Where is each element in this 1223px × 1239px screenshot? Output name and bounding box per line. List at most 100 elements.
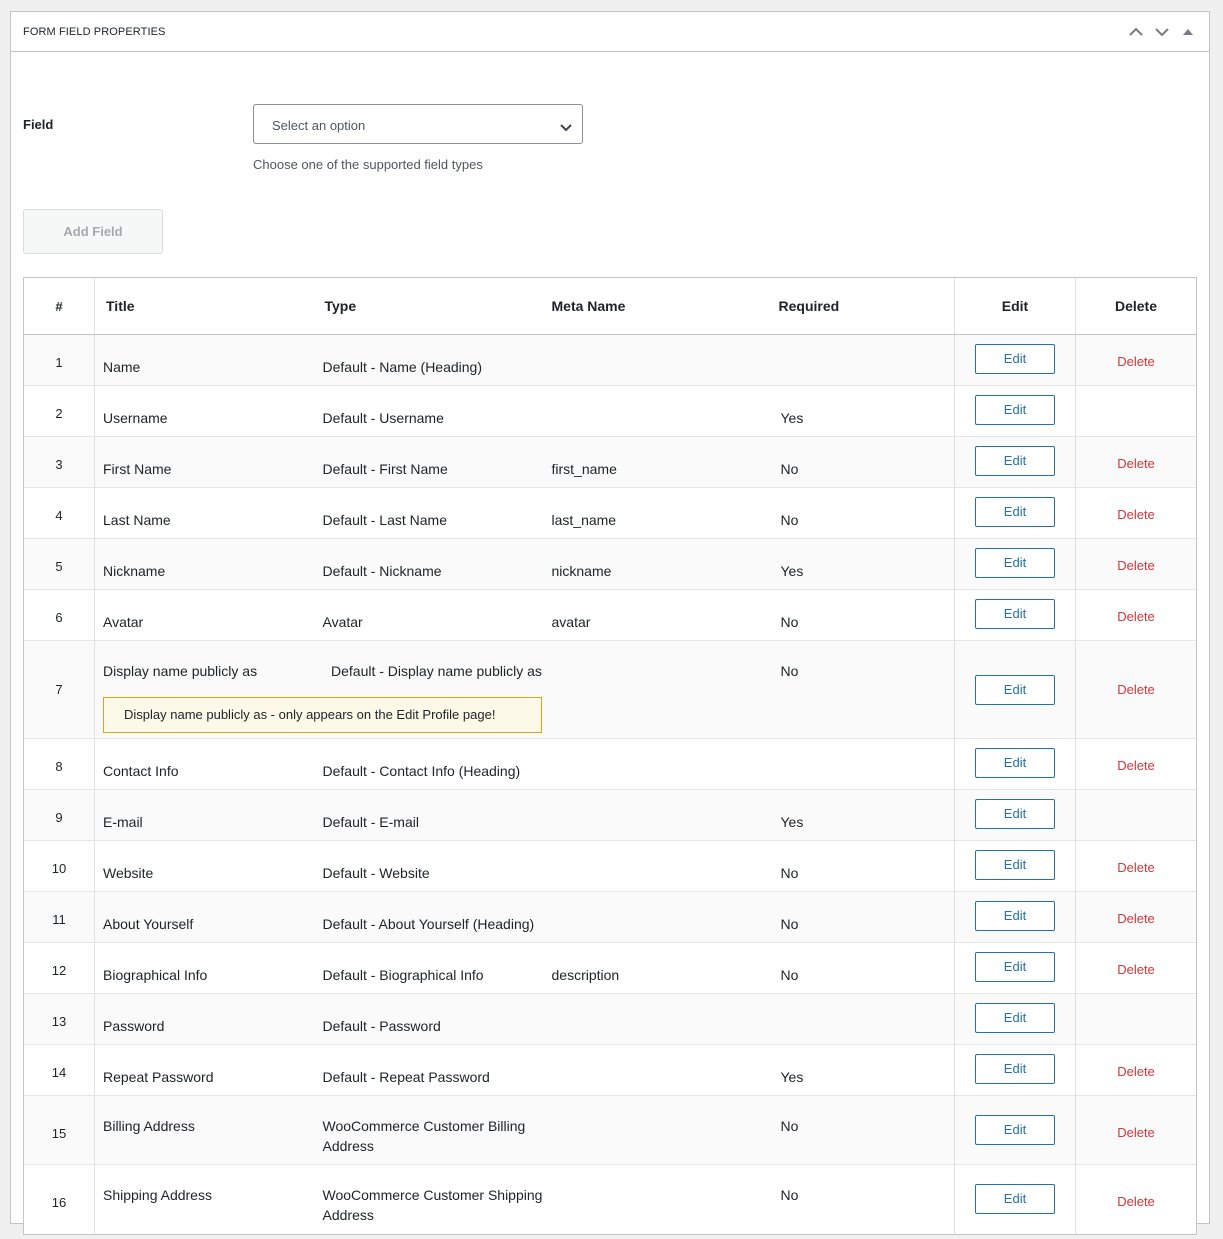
add-field-button[interactable]: Add Field — [23, 209, 163, 254]
delete-link[interactable]: Delete — [1117, 1192, 1155, 1212]
row-number: 11 — [24, 891, 95, 943]
delete-link[interactable]: Delete — [1117, 858, 1155, 878]
edit-button[interactable]: Edit — [975, 674, 1055, 705]
delete-link[interactable]: Delete — [1117, 505, 1155, 525]
notice-box: Display name publicly as - only appears … — [103, 697, 542, 733]
row-required: Yes — [780, 814, 804, 830]
edit-button[interactable]: Edit — [975, 748, 1055, 778]
edit-button[interactable]: Edit — [975, 599, 1055, 629]
row-delete-cell: Delete — [1075, 538, 1196, 590]
row-delete-cell: Delete — [1075, 487, 1196, 539]
row-title: Avatar — [103, 614, 144, 630]
row-delete-cell — [1075, 385, 1196, 437]
row-type: WooCommerce Customer Billing Address — [322, 1118, 526, 1154]
edit-button[interactable]: Edit — [975, 395, 1055, 425]
row-required: No — [780, 614, 799, 630]
table-row: 5 Nickname Default - Nickname nickname Yes Ed… — [24, 538, 1196, 590]
row-meta-name — [552, 1165, 779, 1234]
panel-title: FORM FIELD PROPERTIES — [23, 25, 166, 38]
row-delete-cell: Delete — [1075, 334, 1196, 386]
edit-button[interactable]: Edit — [975, 344, 1055, 374]
row-type: Default - Contact Info (Heading) — [322, 763, 521, 779]
table-row: 3 First Name Default - First Name first_nam… — [24, 436, 1196, 488]
delete-link[interactable]: Delete — [1117, 960, 1155, 980]
row-delete-cell: Delete — [1075, 840, 1196, 892]
delete-link[interactable]: Delete — [1117, 607, 1155, 627]
edit-button[interactable]: Edit — [975, 1184, 1055, 1214]
table-row: 14 Repeat Password Default - Repeat Passwo… — [24, 1044, 1196, 1096]
row-type: Default - Password — [322, 1018, 441, 1034]
delete-link[interactable]: Delete — [1117, 556, 1155, 576]
delete-link[interactable]: Delete — [1117, 454, 1155, 474]
field-type-select[interactable]: Select an option — [253, 104, 583, 144]
table-row: 6 Avatar Avatar avatar No Edit Delete — [24, 589, 1196, 641]
row-type: Default - Website — [322, 865, 430, 881]
delete-link[interactable]: Delete — [1117, 756, 1155, 776]
row-meta-name — [552, 994, 779, 1045]
col-required-header: Required — [778, 278, 955, 335]
form-field-properties-panel: FORM FIELD PROPERTIES Field Select an op… — [10, 11, 1210, 1235]
row-required — [779, 739, 955, 790]
edit-button[interactable]: Edit — [975, 850, 1055, 880]
row-edit-cell: Edit — [954, 1164, 1076, 1234]
table-row: 2 Username Default - Username Yes Edit — [24, 385, 1196, 437]
row-required: No — [780, 1118, 799, 1134]
edit-button[interactable]: Edit — [975, 497, 1055, 527]
edit-button[interactable]: Edit — [975, 548, 1055, 578]
row-delete-cell: Delete — [1075, 891, 1196, 943]
row-type-text: Default - Display name publicly as — [331, 663, 542, 679]
edit-button[interactable]: Edit — [975, 1003, 1055, 1033]
edit-button[interactable]: Edit — [975, 1115, 1055, 1145]
row-title: Username — [103, 410, 168, 426]
edit-button[interactable]: Edit — [975, 799, 1055, 829]
row-type: Default - About Yourself (Heading) — [322, 916, 535, 932]
row-title: About Yourself — [103, 916, 194, 932]
chevron-up-icon[interactable] — [1127, 23, 1145, 41]
delete-link[interactable]: Delete — [1117, 680, 1155, 700]
table-row: 11 About Yourself Default - About Yourself… — [24, 891, 1196, 943]
edit-button[interactable]: Edit — [975, 1054, 1055, 1084]
table-row: 13 Password Default - Password Edit — [24, 993, 1196, 1045]
row-number: 9 — [24, 789, 95, 841]
table-row: 10 Website Default - Website No Edit Delete — [24, 840, 1196, 892]
row-meta-name: first_name — [551, 461, 617, 477]
row-required: No — [780, 663, 799, 679]
row-number: 16 — [24, 1164, 95, 1234]
edit-button[interactable]: Edit — [975, 901, 1055, 931]
col-num-header: # — [24, 278, 95, 335]
row-required: Yes — [780, 410, 804, 426]
row-title: Shipping Address — [103, 1187, 212, 1203]
col-type-header: Type — [322, 278, 552, 335]
edit-button[interactable]: Edit — [975, 952, 1055, 982]
row-edit-cell: Edit — [954, 487, 1076, 539]
delete-link[interactable]: Delete — [1117, 352, 1155, 372]
row-number: 12 — [24, 942, 95, 994]
row-required: No — [780, 1187, 799, 1203]
delete-link[interactable]: Delete — [1117, 1123, 1155, 1143]
row-number: 8 — [24, 738, 95, 790]
row-required: No — [780, 916, 799, 932]
row-edit-cell: Edit — [954, 1095, 1076, 1165]
field-description: Choose one of the supported field types — [253, 157, 483, 172]
row-meta-name — [552, 1045, 779, 1096]
row-number: 2 — [24, 385, 95, 437]
col-meta-header: Meta Name — [551, 278, 779, 335]
row-title: Repeat Password — [103, 1069, 214, 1085]
row-delete-cell: Delete — [1075, 1164, 1196, 1234]
row-meta-name — [552, 386, 779, 437]
fields-table: # Title Type Meta Name Required Edit Del… — [23, 277, 1197, 1235]
row-edit-cell: Edit — [954, 385, 1076, 437]
row-edit-cell: Edit — [954, 436, 1076, 488]
edit-button[interactable]: Edit — [975, 446, 1055, 476]
row-meta-name — [552, 739, 779, 790]
row-delete-cell: Delete — [1075, 942, 1196, 994]
delete-link[interactable]: Delete — [1117, 909, 1155, 929]
row-edit-cell: Edit — [954, 891, 1076, 943]
row-required: No — [780, 512, 799, 528]
delete-link[interactable]: Delete — [1117, 1062, 1155, 1082]
row-type: Default - Username — [322, 410, 444, 426]
table-row: 8 Contact Info Default - Contact Info (Hea… — [24, 738, 1196, 790]
table-row: 16 Shipping Address WooCommerce Customer S… — [24, 1164, 1196, 1234]
chevron-down-icon[interactable] — [1153, 23, 1171, 41]
triangle-up-icon[interactable] — [1179, 23, 1197, 41]
